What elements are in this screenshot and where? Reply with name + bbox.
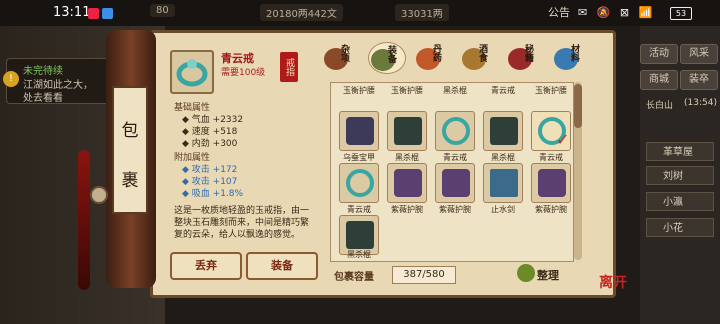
armor-icon xyxy=(346,117,374,145)
gear-shop-button[interactable]: 装卒 xyxy=(680,70,718,90)
top-info-silver: 33031两 xyxy=(395,4,449,21)
tassel-decoration xyxy=(78,150,90,290)
item-label: 青云戒 xyxy=(539,153,563,162)
tab-label: 酒食 xyxy=(477,44,487,62)
tab-label: 丹药 xyxy=(431,44,441,62)
item-label: 玉衡护腰 xyxy=(343,86,375,95)
tab-label: 装备 xyxy=(386,45,396,63)
player-list-item[interactable]: 革草屋 xyxy=(646,142,714,161)
capacity-value: 387/580 xyxy=(392,266,456,284)
quest-title: 未完待续 xyxy=(23,66,63,77)
discard-button[interactable]: 丢弃 xyxy=(170,252,242,280)
item-label: 黑杀棍 xyxy=(491,153,515,162)
capacity-label: 包裹容量 xyxy=(334,272,374,283)
item-label: 黑杀棍 xyxy=(395,153,419,162)
item-label: 青云戒 xyxy=(443,153,467,162)
item-label: 紫薇护腕 xyxy=(391,205,423,214)
inventory-slot[interactable] xyxy=(339,111,379,151)
stick-icon xyxy=(394,117,422,145)
app-notification-icon-2 xyxy=(102,8,113,19)
location-time: (13:54) xyxy=(684,98,717,108)
item-label: 玉衡护腰 xyxy=(535,86,567,95)
sword-icon xyxy=(490,169,518,197)
item-type-seal: 戒指 xyxy=(280,52,298,82)
inventory-slot[interactable] xyxy=(531,163,571,203)
quest-badge: ! xyxy=(3,71,19,87)
inventory-slot[interactable] xyxy=(435,111,475,151)
selected-check-icon: ✓ xyxy=(556,130,570,149)
status-bar: 13:11 ✉ 🔕 ⊠ 📶 53 xyxy=(0,0,720,26)
sort-button[interactable]: 整理 xyxy=(537,267,559,283)
battery-icon: 53 xyxy=(670,7,692,20)
stick-icon xyxy=(490,117,518,145)
item-label: 青云戒 xyxy=(491,86,515,95)
item-label: 黑杀棍 xyxy=(443,86,467,95)
clock: 13:11 xyxy=(53,5,91,20)
player-list-item[interactable]: 小瀛 xyxy=(646,192,714,211)
style-button[interactable]: 风采 xyxy=(680,44,718,64)
tab-label: 材料 xyxy=(569,44,579,62)
item-label: 乌蚕宝甲 xyxy=(343,153,375,162)
stick-icon xyxy=(346,221,374,249)
bracer-icon xyxy=(538,169,566,197)
inventory-slot[interactable] xyxy=(435,163,475,203)
ring-icon xyxy=(176,59,208,87)
activity-button[interactable]: 活动 xyxy=(640,44,678,64)
top-info-money: 20180两442文 xyxy=(260,4,343,21)
scroll-title: 包 裹 xyxy=(112,86,148,214)
tab-label: 杂项 xyxy=(339,44,349,62)
tab-food[interactable]: 酒食 xyxy=(460,42,496,72)
bracer-icon xyxy=(442,169,470,197)
item-label: 紫薇护腕 xyxy=(439,205,471,214)
item-label: 青云戒 xyxy=(347,205,371,214)
item-requirement: 需要100级 xyxy=(221,68,266,78)
quest-tracker[interactable]: ! 未完待续 江湖如此之大， 处去看看 xyxy=(3,58,118,104)
inventory-grid: 玉衡护腰 玉衡护腰 黑杀棍 青云戒 玉衡护腰 ✓ 乌蚕宝甲 黑杀棍 青云戒 黑杀… xyxy=(330,82,574,262)
location-label: 长白山 xyxy=(646,101,674,111)
player-list-item[interactable]: 小花 xyxy=(646,218,714,237)
inventory-slot[interactable] xyxy=(387,163,427,203)
item-name: 青云戒 xyxy=(221,52,254,65)
inventory-slot[interactable] xyxy=(483,111,523,151)
base-attr: ◆ 内劲 +300 xyxy=(182,139,238,149)
status-icons: ✉ 🔕 ⊠ 📶 xyxy=(578,6,656,19)
scroll-char-1: 包 xyxy=(121,121,139,141)
item-label: 紫薇护腕 xyxy=(535,205,567,214)
quest-line-2: 处去看看 xyxy=(23,93,63,104)
item-description: 这是一枚质地轻盈的玉戒指，由一整块玉石雕刻而来，中间是精巧繁复的云朵，给人以飘逸… xyxy=(174,206,310,240)
extra-attr-value: 吸血 +1.8% xyxy=(191,189,244,199)
app-notification-icon xyxy=(88,8,99,19)
tab-materials[interactable]: 材料 xyxy=(552,42,588,72)
inventory-slot[interactable] xyxy=(483,163,523,203)
equip-button[interactable]: 装备 xyxy=(246,252,318,280)
scroll-char-2: 裹 xyxy=(121,171,139,191)
announcement-button[interactable]: 公告 xyxy=(548,4,570,20)
inventory-slot-selected[interactable]: ✓ xyxy=(531,111,571,151)
bracer-icon xyxy=(394,169,422,197)
player-list-item[interactable]: 刘树 xyxy=(646,166,714,185)
base-attr-value: 内劲 +300 xyxy=(191,139,238,149)
item-label: 玉衡护腰 xyxy=(391,86,423,95)
close-button[interactable]: 离开 xyxy=(599,272,627,292)
item-label: 黑杀棍 xyxy=(347,250,371,259)
knot-decoration xyxy=(90,186,108,204)
bag-icon[interactable] xyxy=(517,264,535,282)
extra-attr: ◆ 吸血 +1.8% xyxy=(182,189,244,199)
grid-scrollbar-thumb[interactable] xyxy=(574,84,582,128)
inventory-slot[interactable] xyxy=(387,111,427,151)
tab-label: 秘籍 xyxy=(523,44,533,62)
tab-manuals[interactable]: 秘籍 xyxy=(506,42,542,72)
item-label: 止水剑 xyxy=(491,205,515,214)
top-info-1: 80 xyxy=(150,4,175,17)
tab-pills[interactable]: 丹药 xyxy=(414,42,450,72)
ring-icon xyxy=(346,169,374,197)
tab-equipment[interactable]: 装备 xyxy=(368,42,406,74)
inventory-slot[interactable] xyxy=(339,163,379,203)
tab-misc[interactable]: 杂项 xyxy=(322,42,358,72)
item-portrait xyxy=(170,50,214,94)
shop-button[interactable]: 商城 xyxy=(640,70,678,90)
ring-icon xyxy=(442,117,470,145)
